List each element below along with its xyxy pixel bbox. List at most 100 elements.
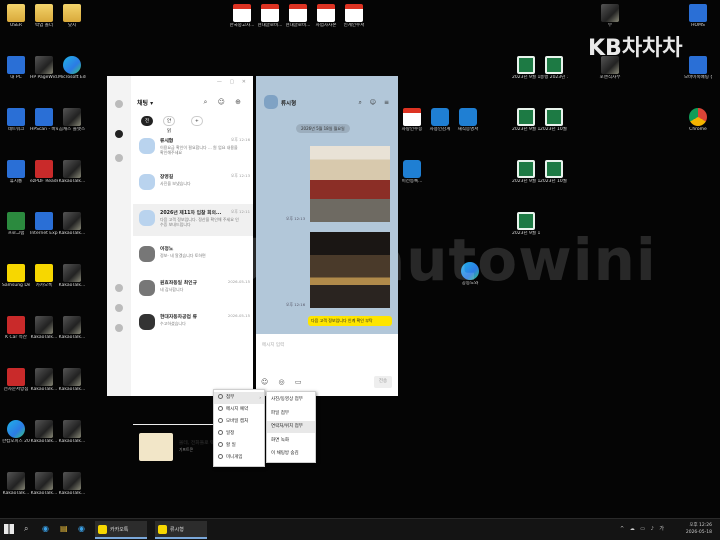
desktop-icon[interactable]: 내 PC — [2, 56, 30, 81]
desktop-icon[interactable]: 휴지통 — [2, 160, 30, 185]
filter-chip[interactable]: 전체 — [141, 116, 154, 134]
edge-icon[interactable]: ◉ — [42, 524, 49, 533]
desktop-icon[interactable]: HPScan - 바로 가기 — [30, 108, 58, 133]
photo-message[interactable] — [310, 146, 390, 222]
desktop-icon[interactable]: 현대글로비... — [256, 4, 284, 29]
desktop-icon[interactable]: 한컴오피스 2018 — [2, 420, 30, 445]
profile-avatar[interactable] — [264, 95, 278, 109]
input-toolbar-icons[interactable]: ☺ ◎ ▭ — [261, 378, 305, 386]
desktop-icon[interactable]: 사업자사본 — [312, 4, 340, 29]
desktop-icon-label: 사업자사본 — [315, 23, 337, 28]
filter-chip[interactable]: 안읽음 — [163, 116, 176, 144]
settings-icon[interactable] — [115, 324, 123, 332]
menu-item[interactable]: 일정 — [214, 428, 264, 440]
chat-list-title[interactable]: 채팅 ▾ — [137, 98, 153, 107]
desktop-icon[interactable]: USER — [2, 4, 30, 29]
message-input[interactable]: 메시지 입력 — [262, 342, 284, 348]
desktop-icon[interactable]: Internet Explorer — [30, 212, 58, 237]
desktop-icon[interactable]: 현대글로비... — [284, 4, 312, 29]
menu-item[interactable]: 메시지 예약 — [214, 404, 264, 416]
submenu-item[interactable]: 연락처/위치 첨부 — [267, 421, 315, 433]
edge-browser-icon[interactable]: ◉ — [78, 524, 85, 533]
chat-row[interactable]: 현대자동차공업 류 수고하셨습니다 2026-05-15 — [133, 308, 253, 340]
desktop-icon[interactable]: 2023년 9월 10월 — [512, 108, 540, 133]
desktop-icon[interactable]: KakaoTalk... — [58, 212, 86, 237]
menu-item[interactable]: 모바일 캡처 — [214, 416, 264, 428]
file-explorer-icon[interactable]: ▤ — [60, 524, 68, 533]
desktop-icon[interactable]: KakaoTalk... — [58, 264, 86, 289]
desktop-icon[interactable]: 이전등록... — [398, 160, 426, 185]
emoticon-icon[interactable] — [115, 304, 123, 312]
desktop-icon[interactable]: 2023년 9월 10월 — [512, 160, 540, 185]
desktop-icon[interactable]: KakaoTalk... — [2, 472, 30, 497]
menu-item-label: 메시지 예약 — [226, 407, 249, 412]
send-button[interactable]: 전송 — [374, 376, 392, 388]
desktop-icon[interactable]: KakaoTalk... — [30, 420, 58, 445]
chat-row[interactable]: 원효좌동일 최인규 네 감사합니다 2026-05-15 — [133, 274, 253, 306]
search-icon[interactable]: ⌕ — [24, 524, 28, 534]
desktop-icon[interactable]: Microsoft Edge — [58, 56, 86, 81]
desktop-icon[interactable]: HP PageWid.. — [30, 56, 58, 81]
filter-chip[interactable]: + — [191, 116, 203, 126]
desktop-icon[interactable]: 부 — [596, 4, 624, 29]
desktop-icon[interactable]: KakaoTalk... — [30, 368, 58, 393]
desktop-icon[interactable]: HOMS — [684, 4, 712, 29]
desktop-icon[interactable]: 인계인수서 — [340, 4, 368, 29]
desktop-icon[interactable]: KakaoTalk... — [30, 316, 58, 341]
desktop-icon[interactable]: 박업 폴더 — [30, 4, 58, 29]
desktop-icon[interactable]: K Car 측산 — [2, 316, 30, 341]
window-controls[interactable]: — ▢ ✕ — [217, 79, 249, 85]
desktop-icon[interactable]: 프로그램 — [2, 212, 30, 237]
desktop-icon[interactable]: 사용인감계 — [426, 108, 454, 133]
desktop-icon[interactable]: KakaoTalk... — [58, 420, 86, 445]
desktop-icon[interactable]: 전자문서방침 — [2, 368, 30, 393]
desktop-icon[interactable]: 차량인수증 — [398, 108, 426, 133]
desktop-icon[interactable]: Samsung Dex — [2, 264, 30, 289]
desktop-icon[interactable]: 모바이폭배팅 등록현황 — [684, 56, 712, 81]
desktop-icon[interactable]: KakaoTalk... — [58, 160, 86, 185]
desktop-icon[interactable]: KakaoTalk... — [58, 316, 86, 341]
desktop-icon[interactable]: 송행 2023년 10월 — [540, 56, 568, 81]
taskbar-app[interactable]: 카카오톡 — [95, 521, 147, 539]
menu-item[interactable]: 할 일 — [214, 440, 264, 452]
desktop-icon[interactable]: KakaoTalk... — [58, 368, 86, 393]
desktop-icon[interactable]: 2023년 10월 매입 — [540, 160, 568, 185]
desktop-icon[interactable]: 카카오톡 — [30, 264, 58, 289]
taskbar-app[interactable]: 류시형 — [155, 521, 207, 539]
menu-item[interactable]: 미니게임 — [214, 452, 264, 464]
system-tray-icons[interactable]: ^ ☁ ▭ ♪ 가 — [620, 525, 666, 532]
desktop-icon[interactable]: Chrome — [684, 108, 712, 133]
desktop-icon[interactable]: 2023년 10월 매도 — [540, 108, 568, 133]
submenu-item[interactable]: 파일 첨부 — [267, 408, 315, 420]
chat-list-head-icons[interactable]: ⌕ ☺ ⊕ — [203, 98, 245, 107]
desktop-icon[interactable]: 네트워크 — [2, 108, 30, 133]
photo-message[interactable] — [310, 232, 390, 308]
submenu-item[interactable]: 화면 녹화 — [267, 435, 315, 447]
my-message-bubble[interactable]: 다음 고객 정보입니다 인계 확인 부탁 — [308, 316, 392, 326]
submenu-item[interactable]: 사진/동영상 첨부 — [267, 394, 315, 406]
desktop-icon[interactable]: 재직증명서 — [454, 108, 482, 133]
chat-row[interactable]: 류시형 이용요금 확인이 필요합니다 ... 원 업요 내용을 확인해주세요 오후 … — [133, 132, 253, 164]
more-icon[interactable] — [115, 154, 123, 162]
desktop-icon[interactable]: ezPDF Reader 3.0 — [30, 160, 58, 185]
desktop-icon[interactable]: 곰캐스 플랫스 — [58, 108, 86, 133]
desktop-icon[interactable]: 한국중고차... — [228, 4, 256, 29]
chats-icon[interactable] — [115, 130, 123, 138]
windows-start-icon[interactable] — [4, 524, 14, 534]
photo-icon — [63, 316, 81, 334]
menu-item[interactable]: 첨부 › — [214, 392, 264, 404]
desktop-icon[interactable]: KakaoTalk... — [58, 472, 86, 497]
notification-icon[interactable] — [115, 284, 123, 292]
desktop-icon[interactable]: 닷시 — [58, 4, 86, 29]
desktop-icon[interactable]: KakaoTalk... — [30, 472, 58, 497]
desktop-icon-label: 네트워크 — [7, 127, 25, 132]
chat-room-head-icons[interactable]: ⌕ ☺ ≡ — [359, 99, 392, 107]
chat-row[interactable]: 장영길 사진을 보냈습니다 오후 12:13 — [133, 168, 253, 200]
chat-row-preview: 사진을 보냈습니다 — [160, 181, 191, 186]
chat-row[interactable]: 이정노 정보- 네 알겠습니다 토하면 — [133, 240, 253, 272]
desktop-icon[interactable]: 2023년 9월 10월 — [512, 56, 540, 81]
friends-icon[interactable] — [115, 100, 123, 108]
clock[interactable]: 오후 12:26 2026-05-18 — [686, 522, 712, 536]
chat-row[interactable]: 2026년 제11차 입찰 회의... 다음 고객 정보입니다. 정산을 확인해 … — [133, 204, 253, 236]
submenu-item[interactable]: 이 채팅방 숨김 — [267, 448, 315, 460]
